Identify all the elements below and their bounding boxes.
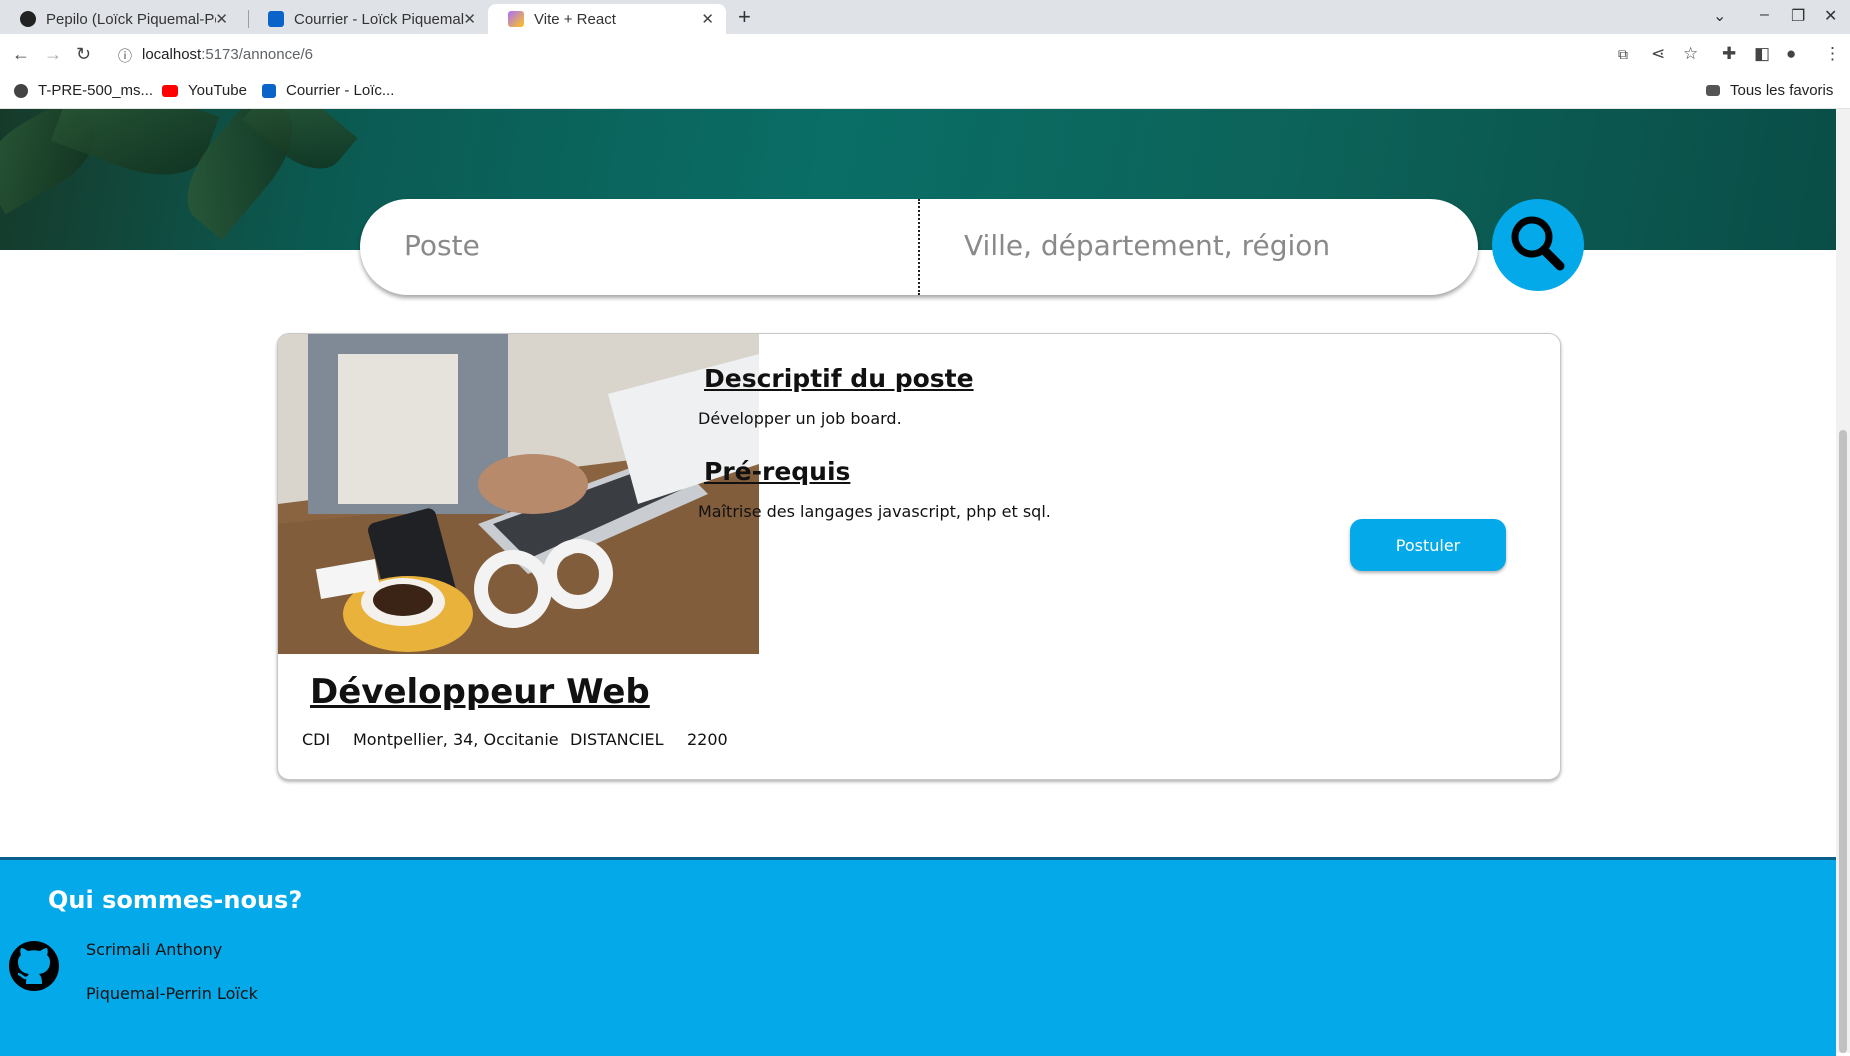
translate-icon[interactable]: ⧉ (1618, 46, 1628, 63)
share-icon[interactable]: ⋖ (1651, 44, 1665, 64)
bookmark-outlook[interactable]: Courrier - Loïc... (262, 82, 394, 99)
close-icon[interactable]: ✕ (701, 10, 714, 28)
job-card: Descriptif du poste Développer un job bo… (277, 333, 1561, 780)
minimize-icon[interactable]: – (1760, 6, 1769, 24)
laptop-desk-image (278, 334, 759, 654)
job-search-input[interactable]: Poste (404, 229, 480, 262)
search-divider (918, 199, 920, 295)
browser-tab-bar: Pepilo (Loïck Piquemal-Pe ✕ Courrier - L… (0, 0, 1850, 34)
apply-button[interactable]: Postuler (1350, 519, 1506, 571)
browser-toolbar: ← → ↻ ⓘ localhost:5173/annonce/6 ⧉ ⋖ ☆ ✚… (0, 34, 1850, 76)
tab-vite-react[interactable]: Vite + React ✕ (488, 4, 726, 34)
bookmark-label: Courrier - Loïc... (286, 82, 395, 99)
profile-icon[interactable]: ● (1786, 44, 1796, 64)
team-member[interactable]: Piquemal-Perrin Loïck (86, 984, 258, 1003)
menu-icon[interactable]: ⋮ (1824, 44, 1841, 64)
back-icon[interactable]: ← (12, 44, 30, 65)
job-title: Développeur Web (310, 672, 650, 712)
reload-icon[interactable]: ↻ (76, 44, 91, 65)
chevron-down-icon[interactable]: ⌄ (1713, 6, 1726, 26)
team-member[interactable]: Scrimali Anthony (86, 940, 222, 959)
close-window-icon[interactable]: ✕ (1824, 6, 1837, 26)
github-icon[interactable] (8, 940, 60, 992)
tab-github[interactable]: Pepilo (Loïck Piquemal-Pe ✕ (0, 4, 240, 34)
tab-label: Vite + React (534, 10, 616, 28)
extensions-icon[interactable]: ✚ (1722, 44, 1736, 64)
search-button[interactable] (1492, 199, 1584, 291)
bookmark-tpre[interactable]: T-PRE-500_ms... (14, 82, 153, 99)
youtube-icon (162, 84, 178, 97)
requirements-heading: Pré-requis (704, 457, 851, 486)
all-bookmarks[interactable]: Tous les favoris (1706, 82, 1833, 99)
scrollbar-thumb[interactable] (1839, 430, 1847, 1053)
bookmark-label: T-PRE-500_ms... (38, 82, 154, 99)
address-bar[interactable]: localhost:5173/annonce/6 (142, 46, 313, 63)
search-bar: Poste Ville, département, région (360, 199, 1478, 295)
close-icon[interactable]: ✕ (215, 10, 228, 28)
close-icon[interactable]: ✕ (463, 10, 476, 28)
tab-label: Pepilo (Loïck Piquemal-Pe (46, 10, 216, 28)
star-icon[interactable]: ☆ (1683, 44, 1698, 64)
new-tab-icon[interactable]: + (738, 4, 751, 30)
job-photo (278, 334, 759, 654)
description-heading: Descriptif du poste (704, 364, 974, 393)
description-text: Développer un job board. (698, 409, 902, 428)
job-contract: CDI (302, 730, 331, 749)
bookmark-label: YouTube (188, 82, 247, 99)
job-location: Montpellier, 34, Occitanie (353, 730, 559, 749)
job-company: DISTANCIEL (570, 730, 664, 749)
location-search-input[interactable]: Ville, département, région (964, 229, 1330, 262)
globe-icon (14, 83, 28, 98)
bookmark-youtube[interactable]: YouTube (162, 82, 247, 99)
outlook-icon (268, 11, 284, 27)
bookmarks-bar: T-PRE-500_ms... YouTube Courrier - Loïc.… (0, 76, 1850, 109)
url-path: :5173/annonce/6 (201, 46, 313, 63)
github-icon (20, 11, 36, 27)
tab-label: Courrier - Loïck Piquemal (294, 10, 464, 28)
requirements-text: Maîtrise des langages javascript, php et… (698, 502, 1051, 521)
folder-icon (1706, 85, 1720, 96)
restore-icon[interactable]: ❐ (1791, 6, 1805, 26)
url-host: localhost (142, 46, 202, 63)
tab-outlook[interactable]: Courrier - Loïck Piquemal ✕ (248, 4, 488, 34)
site-info-icon[interactable]: ⓘ (118, 46, 132, 66)
search-icon (1511, 216, 1565, 271)
forward-icon[interactable]: → (44, 44, 62, 65)
footer-title: Qui sommes-nous? (48, 886, 303, 914)
all-bookmarks-label: Tous les favoris (1730, 82, 1834, 99)
vite-icon (508, 11, 524, 27)
footer: Qui sommes-nous? Scrimali Anthony Piquem… (0, 857, 1836, 1056)
side-panel-icon[interactable]: ◧ (1754, 44, 1770, 64)
job-salary: 2200 (687, 730, 728, 749)
outlook-icon (262, 83, 276, 98)
